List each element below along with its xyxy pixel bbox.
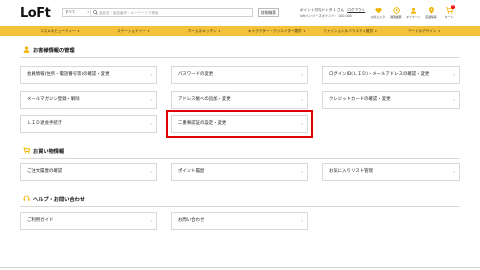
- chevron-right-icon: ›: [301, 72, 303, 77]
- category-nav: コスメ＆ビューティー ▾ ステーショナリー ▾ ホーム＆キッチン ▾ キャラクター・ク…: [0, 26, 480, 36]
- card-label: ＬＩＤ退会手続き: [27, 121, 63, 126]
- card-address-book[interactable]: アドレス帳への追加・変更 ›: [171, 91, 308, 109]
- card-password-change[interactable]: パスワードの変更 ›: [171, 66, 308, 84]
- nav-item-fashion[interactable]: ファッション＆バラエティ雑貨 ▾: [323, 26, 377, 36]
- card-mail-magazine[interactable]: メールマガジン登録・解除 ›: [20, 91, 157, 109]
- chevron-right-icon: ›: [150, 121, 152, 126]
- card-label: アドレス帳への追加・変更: [178, 97, 231, 102]
- card-label: お問い合わせ: [178, 218, 205, 223]
- loft-logo[interactable]: LoFt: [20, 6, 51, 21]
- card-member-info[interactable]: 会員情報(住所・電話番号等)の確認・変更 ›: [20, 66, 157, 84]
- user-name-text: ポイント付与ドトタ 1 さん: [300, 8, 345, 12]
- history-button[interactable]: 閲覧履歴: [388, 7, 404, 19]
- cart-count-badge: 0: [451, 5, 455, 9]
- footer-divider: [0, 267, 480, 268]
- card-label: クレジットカードの確認・変更: [329, 97, 391, 102]
- mypage-button[interactable]: マイページ: [405, 7, 421, 19]
- search-category-label: すべて: [65, 10, 76, 14]
- cart-icon: [23, 147, 30, 154]
- section-title-text: ヘルプ・お問い合わせ: [33, 197, 85, 203]
- card-two-factor-auth[interactable]: 二重事認証の設定・変更 ›: [166, 110, 313, 138]
- detail-search-button[interactable]: 詳細検索: [258, 8, 279, 17]
- search-input[interactable]: [99, 9, 251, 16]
- favorite-button[interactable]: お気に入り: [370, 7, 386, 19]
- search-icon[interactable]: [93, 10, 98, 15]
- chevron-right-icon: ›: [150, 218, 152, 223]
- card-lid-withdraw[interactable]: ＬＩＤ退会手続き ›: [20, 115, 157, 133]
- store-label: 店舗情報: [425, 15, 437, 19]
- card-favorites-list[interactable]: お気に入りリスト管理 ›: [322, 163, 460, 181]
- history-icon: [392, 7, 400, 14]
- card-label: 二重事認証の設定・変更: [178, 121, 227, 126]
- store-icon: [428, 7, 434, 14]
- cart-button[interactable]: 0 カート: [441, 5, 457, 19]
- nav-item-cosme[interactable]: コスメ＆ビューティー ▾: [40, 26, 79, 36]
- card-credit-card[interactable]: クレジットカードの確認・変更 ›: [322, 91, 460, 109]
- headset-icon: [23, 195, 30, 201]
- user-icon: [23, 46, 30, 53]
- card-order-history[interactable]: ご注文履歴の確認 ›: [20, 163, 157, 181]
- search-box: すべて ▾: [62, 8, 253, 17]
- card-label: ご注文履歴の確認: [27, 169, 63, 174]
- chevron-down-icon: ▾: [147, 29, 150, 33]
- chevron-down-icon: ▾: [438, 29, 441, 33]
- chevron-right-icon: ›: [453, 169, 455, 174]
- card-label: ポイント履歴: [178, 169, 205, 174]
- chevron-right-icon: ›: [150, 169, 152, 174]
- search-category-select[interactable]: すべて ▾: [63, 9, 91, 16]
- section-divider: [20, 57, 460, 58]
- card-point-history[interactable]: ポイント履歴 ›: [171, 163, 308, 181]
- section-title-customer: お客様情報の管理: [23, 46, 75, 54]
- nav-item-label: コスメ＆ビューティー: [40, 29, 76, 33]
- section-divider: [20, 158, 460, 159]
- chevron-right-icon: ›: [301, 218, 303, 223]
- nav-item-character[interactable]: キャラクター・クリエイター雑貨 ▾: [248, 26, 305, 36]
- chevron-right-icon: ›: [150, 72, 152, 77]
- favorite-label: お気に入り: [371, 15, 385, 19]
- mypage-icon: [410, 7, 416, 14]
- card-usage-guide[interactable]: ご利用ガイド ›: [20, 212, 157, 230]
- nav-item-home-kitchen[interactable]: ホーム＆キッチン ▾: [188, 26, 220, 36]
- chevron-down-icon: ▾: [375, 29, 377, 33]
- nav-item-label: ステーショナリー: [117, 29, 146, 33]
- section-title-help: ヘルプ・お問い合わせ: [23, 195, 85, 203]
- section-divider: [20, 206, 460, 207]
- site-header: LoFt すべて ▾ 詳細検索 ポイント付与ドトタ 1 さん ログアウト lof…: [0, 0, 480, 26]
- favorite-icon: [374, 7, 382, 14]
- nav-item-art-design[interactable]: アート＆デザイン ▾: [408, 26, 440, 36]
- cart-label: カート: [444, 15, 454, 19]
- card-contact[interactable]: お問い合わせ ›: [171, 212, 308, 230]
- section-title-text: お客様情報の管理: [33, 48, 75, 54]
- nav-item-label: ホーム＆キッチン: [188, 29, 217, 33]
- section-title-text: お買い物情報: [33, 149, 65, 155]
- card-label: 会員情報(住所・電話番号等)の確認・変更: [27, 72, 110, 77]
- history-label: 閲覧履歴: [390, 15, 402, 19]
- chevron-right-icon: ›: [301, 121, 303, 126]
- mypage-label: マイページ: [406, 15, 420, 19]
- card-label: ログインID(ＬＩＤ)・メールアドレスの確認・変更: [329, 72, 430, 77]
- chevron-right-icon: ›: [453, 72, 455, 77]
- chevron-down-icon: ▾: [218, 29, 221, 33]
- store-button[interactable]: 店舗情報: [423, 7, 439, 19]
- nav-item-stationery[interactable]: ステーショナリー ▾: [117, 26, 149, 36]
- chevron-right-icon: ›: [150, 97, 152, 102]
- chevron-right-icon: ›: [301, 169, 303, 174]
- section-title-shopping: お買い物情報: [23, 147, 65, 155]
- card-label: パスワードの変更: [178, 72, 214, 77]
- card-label: お気に入りリスト管理: [329, 169, 373, 174]
- chevron-down-icon: ▾: [77, 29, 80, 33]
- chevron-down-icon: ▾: [87, 10, 89, 14]
- chevron-right-icon: ›: [301, 97, 303, 102]
- user-points-text: loftメンバーズポイント：100,000: [300, 14, 352, 18]
- card-login-id[interactable]: ログインID(ＬＩＤ)・メールアドレスの確認・変更 ›: [322, 66, 460, 84]
- nav-item-label: ファッション＆バラエティ雑貨: [323, 29, 374, 33]
- nav-item-label: キャラクター・クリエイター雑貨: [248, 29, 302, 33]
- card-label: メールマガジン登録・解除: [27, 97, 80, 102]
- nav-item-label: アート＆デザイン: [408, 29, 437, 33]
- card-label: ご利用ガイド: [27, 218, 54, 223]
- chevron-down-icon: ▾: [303, 29, 306, 33]
- chevron-right-icon: ›: [453, 97, 455, 102]
- logout-link[interactable]: ログアウト: [347, 8, 365, 12]
